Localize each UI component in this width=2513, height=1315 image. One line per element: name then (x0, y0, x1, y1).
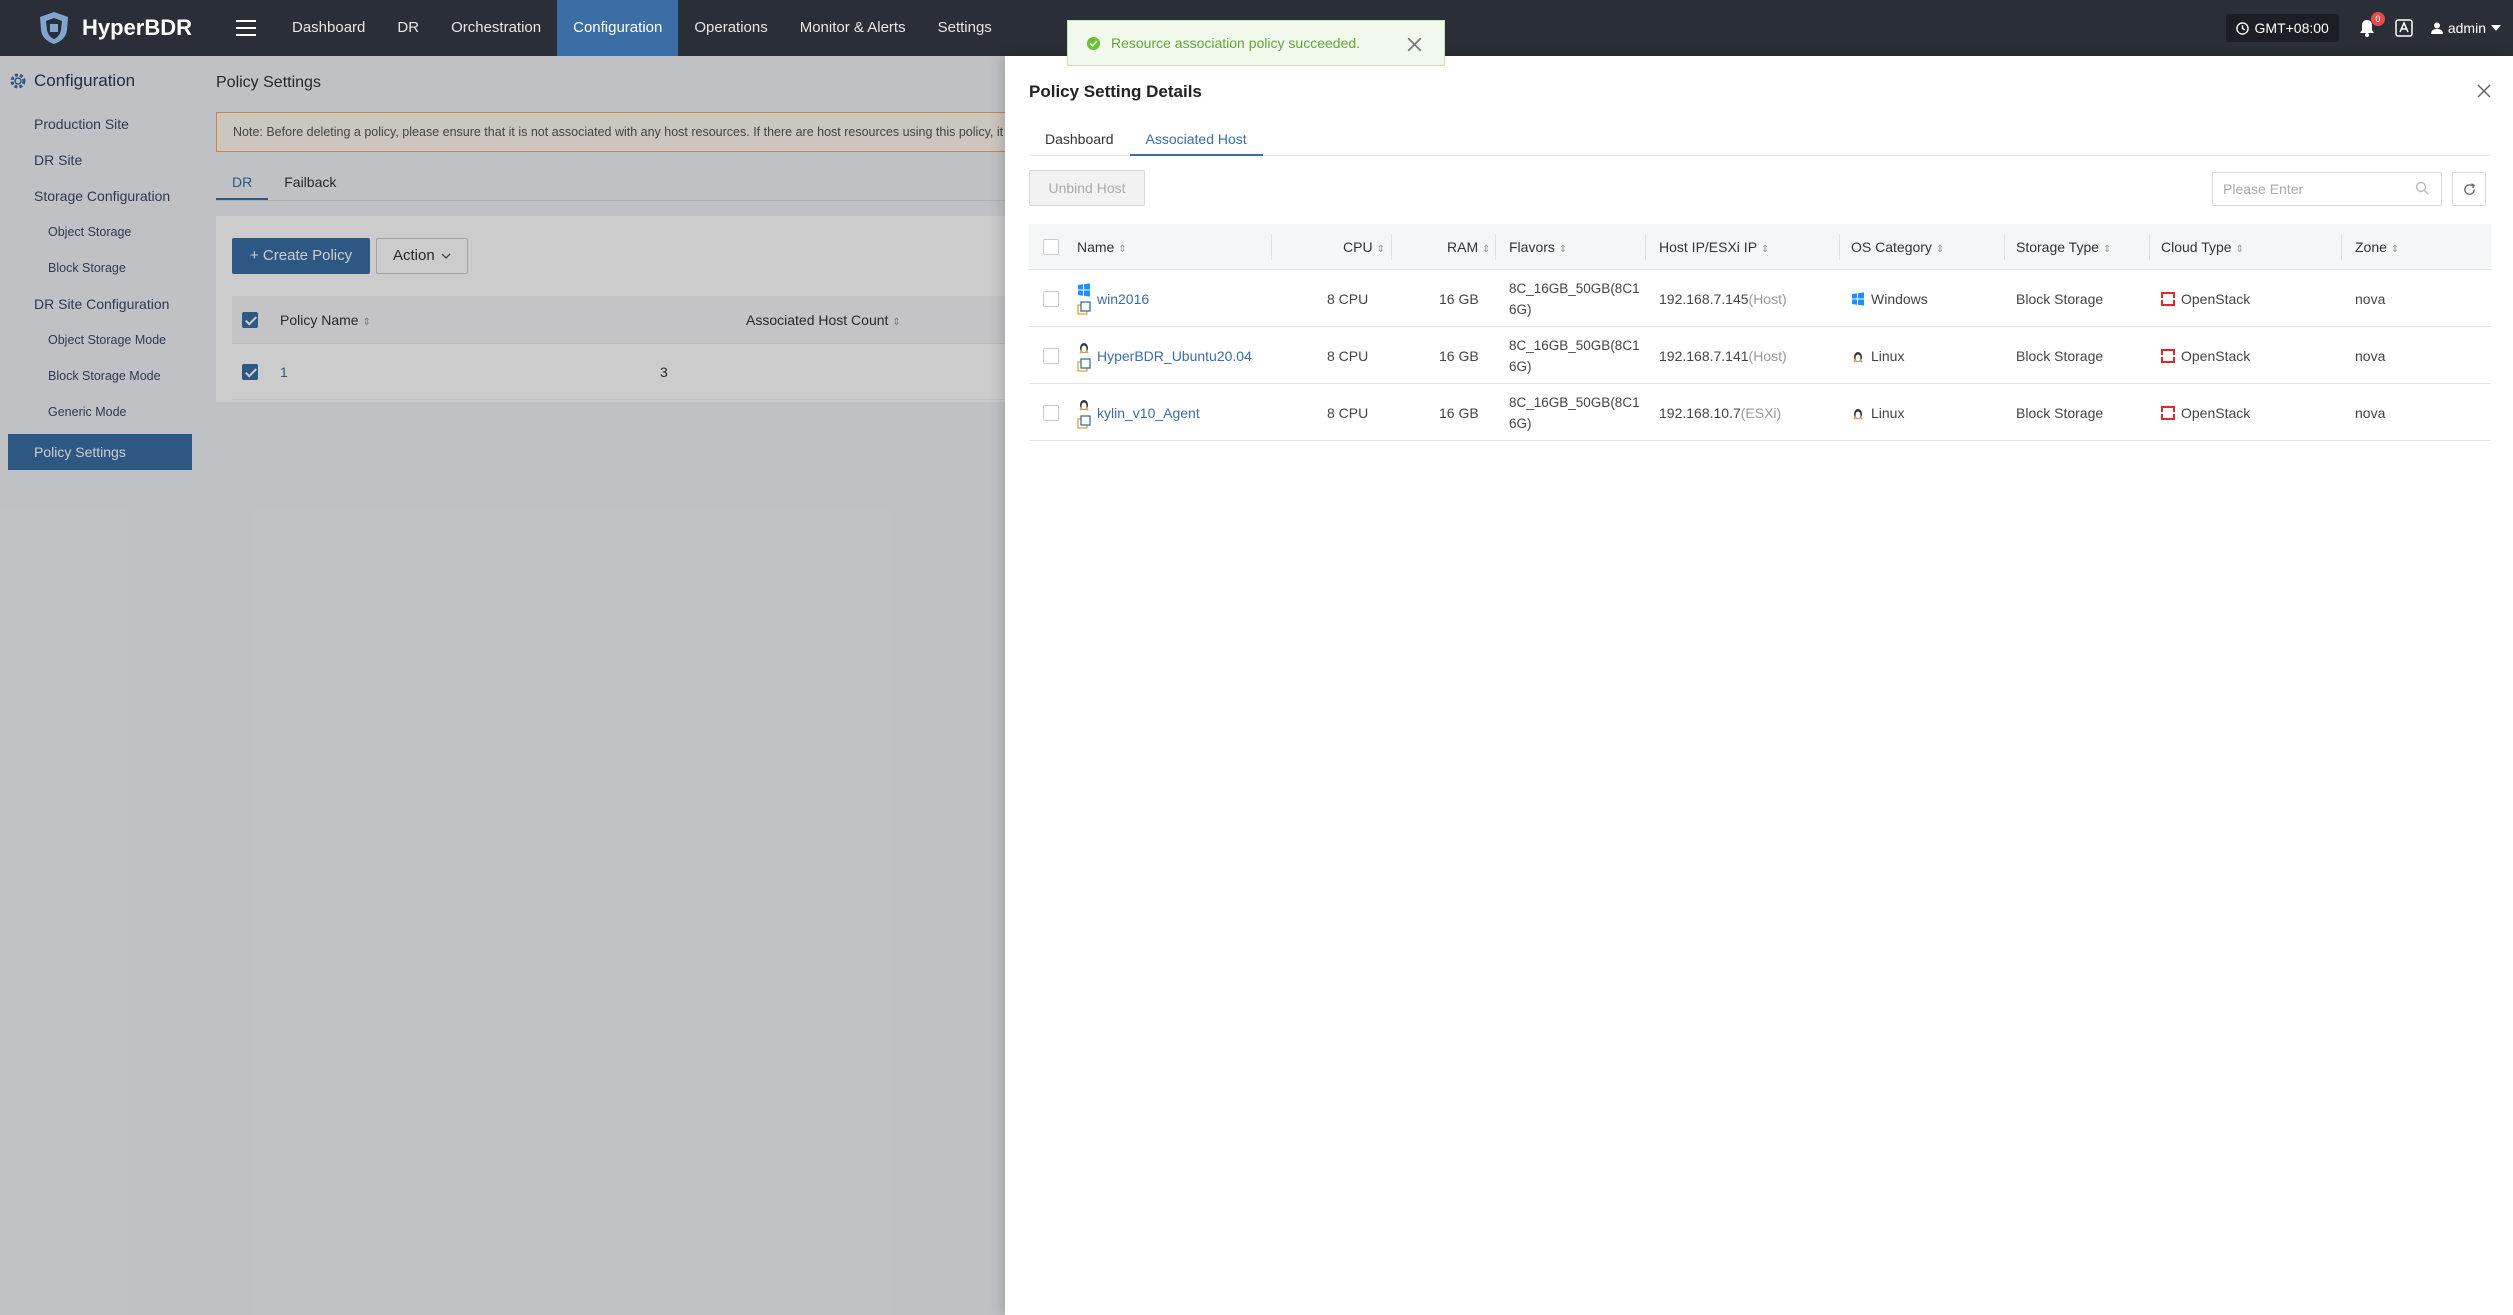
table-row[interactable]: HyperBDR_Ubuntu20.04 8 CPU 16 GB 8C_16GB… (1029, 327, 2491, 384)
row-checkbox[interactable] (1043, 290, 1059, 307)
close-icon[interactable] (1407, 37, 1422, 52)
refresh-icon (2463, 182, 2475, 195)
linux-icon (1079, 399, 1089, 411)
col-flavors[interactable]: Flavors ⇕ (1509, 224, 1567, 270)
host-storage-type: Block Storage (2016, 404, 2104, 421)
host-zone: nova (2355, 290, 2386, 307)
col-cloud-type[interactable]: Cloud Type ⇕ (2161, 224, 2244, 270)
host-cloud-type: OpenStack (2161, 270, 2250, 327)
host-agent-icon (1077, 300, 1091, 315)
language-icon[interactable] (2395, 19, 2413, 37)
host-agent-icon (1077, 357, 1091, 372)
search-icon (2415, 181, 2429, 195)
menu-toggle-icon[interactable] (226, 8, 266, 48)
host-cpu: 8 CPU (1327, 404, 1369, 421)
timezone-button[interactable]: GMT+08:00 (2225, 14, 2339, 42)
host-os: Linux (1851, 384, 1904, 441)
host-cloud-type: OpenStack (2161, 384, 2250, 441)
openstack-icon (2161, 405, 2175, 420)
nav-configuration[interactable]: Configuration (557, 0, 679, 56)
host-ip: 192.168.7.145 (Host) (1659, 290, 1787, 307)
openstack-icon (2161, 291, 2175, 306)
host-cpu: 8 CPU (1327, 347, 1369, 364)
linux-icon (1853, 408, 1863, 420)
logo[interactable]: HyperBDR (36, 10, 216, 46)
policy-details-drawer: Policy Setting Details Dashboard Associa… (1005, 56, 2513, 1315)
col-storage-type[interactable]: Storage Type ⇕ (2016, 224, 2111, 270)
refresh-button[interactable] (2452, 172, 2486, 206)
nav-orchestration[interactable]: Orchestration (435, 0, 557, 56)
user-icon (2430, 22, 2443, 34)
row-checkbox[interactable] (1043, 404, 1059, 421)
windows-icon (1852, 291, 1864, 306)
openstack-icon (2161, 348, 2175, 363)
host-ram: 16 GB (1439, 404, 1479, 421)
host-ram: 16 GB (1439, 347, 1479, 364)
username: admin (2447, 20, 2486, 36)
col-name[interactable]: Name ⇕ (1077, 224, 1127, 270)
col-zone[interactable]: Zone ⇕ (2355, 224, 2399, 270)
col-host-ip[interactable]: Host IP/ESXi IP ⇕ (1659, 224, 1769, 270)
host-flavor: 8C_16GB_50GB(8C1 6G) (1509, 394, 1640, 431)
nav-dr[interactable]: DR (381, 0, 435, 56)
host-os: Linux (1851, 327, 1904, 384)
tab-associated-host[interactable]: Associated Host (1129, 124, 1263, 156)
host-os: Windows (1851, 270, 1928, 327)
tab-dashboard[interactable]: Dashboard (1029, 124, 1130, 156)
host-name-link[interactable]: kylin_v10_Agent (1097, 405, 1200, 421)
host-ip: 192.168.7.141 (Host) (1659, 347, 1787, 364)
row-checkbox[interactable] (1043, 347, 1059, 364)
host-ip: 192.168.10.7 (ESXi) (1659, 404, 1782, 421)
col-os-category[interactable]: OS Category ⇕ (1851, 224, 1944, 270)
timezone-label: GMT+08:00 (2254, 20, 2329, 36)
caret-down-icon (2491, 25, 2501, 31)
search-input[interactable] (2212, 172, 2442, 206)
success-toast: Resource association policy succeeded. (1067, 20, 1445, 66)
unbind-host-button[interactable]: Unbind Host (1029, 170, 1145, 206)
notification-count-badge: 0 (2370, 12, 2385, 26)
notification-bell-icon[interactable]: 0 (2357, 12, 2385, 38)
host-cpu: 8 CPU (1327, 290, 1369, 307)
nav-dashboard[interactable]: Dashboard (276, 0, 381, 56)
clock-icon (2235, 21, 2249, 35)
nav-settings[interactable]: Settings (922, 0, 1008, 56)
main-nav: Dashboard DR Orchestration Configuration… (276, 0, 1008, 56)
host-storage-type: Block Storage (2016, 290, 2104, 307)
select-all-checkbox[interactable] (1043, 239, 1059, 255)
host-zone: nova (2355, 347, 2386, 364)
host-name-link[interactable]: HyperBDR_Ubuntu20.04 (1097, 348, 1252, 364)
toast-message: Resource association policy succeeded. (1111, 35, 1361, 51)
nav-operations[interactable]: Operations (678, 0, 783, 56)
host-ram: 16 GB (1439, 290, 1479, 307)
host-storage-type: Block Storage (2016, 347, 2104, 364)
linux-icon (1079, 342, 1089, 354)
shield-logo-icon (40, 12, 68, 44)
drawer-title: Policy Setting Details (1029, 82, 1202, 101)
host-agent-icon (1077, 414, 1091, 429)
table-row[interactable]: kylin_v10_Agent 8 CPU 16 GB 8C_16GB_50GB… (1029, 384, 2491, 441)
col-ram[interactable]: RAM ⇕ (1447, 224, 1491, 270)
host-flavor: 8C_16GB_50GB(8C1 6G) (1509, 337, 1640, 374)
user-menu[interactable]: admin (2430, 20, 2501, 36)
nav-monitor-alerts[interactable]: Monitor & Alerts (784, 0, 922, 56)
brand-name: HyperBDR (82, 15, 193, 40)
host-name-link[interactable]: win2016 (1097, 291, 1149, 307)
windows-icon (1078, 282, 1090, 297)
close-icon[interactable] (2475, 82, 2493, 100)
host-cloud-type: OpenStack (2161, 327, 2250, 384)
host-flavor: 8C_16GB_50GB(8C1 6G) (1509, 280, 1640, 317)
linux-icon (1853, 351, 1863, 363)
host-zone: nova (2355, 404, 2386, 421)
col-cpu[interactable]: CPU ⇕ (1343, 224, 1385, 270)
drawer-tabs: Dashboard Associated Host (1029, 124, 2491, 156)
check-circle-icon (1086, 36, 1101, 50)
table-row[interactable]: win2016 8 CPU 16 GB 8C_16GB_50GB(8C1 6G) … (1029, 270, 2491, 327)
